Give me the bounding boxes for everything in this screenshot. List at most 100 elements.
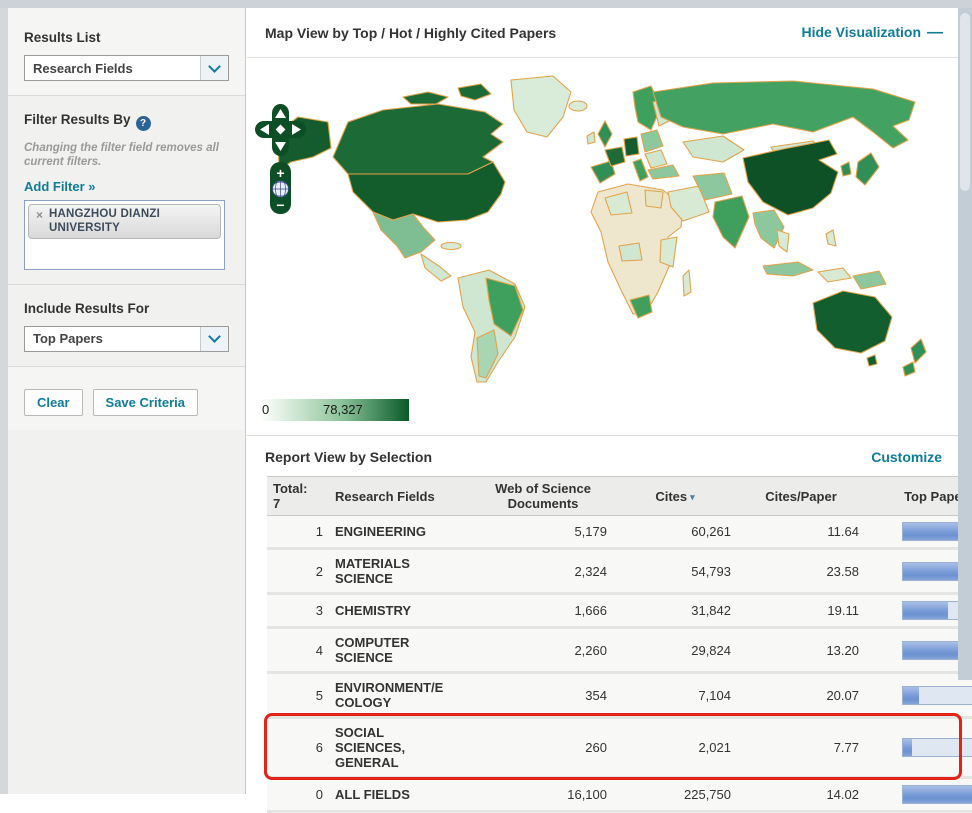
country-philippines[interactable] (826, 230, 836, 246)
scale-min-label: 0 (262, 402, 269, 417)
results-list-section: Results List Research Fields (8, 8, 245, 96)
wos-documents-value: 2,260 (473, 628, 613, 673)
map-title: Map View by Top / Hot / Highly Cited Pap… (265, 25, 556, 41)
page-top-strip (0, 0, 972, 8)
wos-documents-value: 354 (473, 673, 613, 718)
clear-button[interactable]: Clear (24, 389, 83, 416)
report-table-wrap: Total: 7 Research Fields Web of Science … (267, 476, 957, 813)
country-korea[interactable] (841, 162, 851, 176)
country-canada[interactable] (333, 104, 503, 180)
vertical-scrollbar[interactable] (958, 8, 972, 680)
row-rank: 6 (267, 718, 329, 778)
country-indonesia[interactable] (763, 262, 813, 276)
research-field-link[interactable]: ALL FIELDS (329, 778, 473, 812)
help-icon[interactable]: ? (136, 116, 151, 131)
results-list-dropdown[interactable]: Research Fields (24, 55, 229, 81)
country-papua[interactable] (853, 271, 886, 289)
top-papers-bar: 4 (902, 738, 972, 757)
highlighted-row: 6 SOCIAL SCIENCES, GENERAL 260 2,021 7.7… (267, 718, 972, 778)
country-greenland[interactable] (511, 76, 571, 137)
research-field-link[interactable]: CHEMISTRY (329, 594, 473, 628)
filter-results-section: Filter Results By? Changing the filter f… (8, 96, 245, 285)
cites-column-header[interactable]: Cites▾ (613, 477, 737, 516)
table-row: 0 ALL FIELDS 16,100 225,750 14.02 178 (267, 778, 972, 812)
cites-value: 2,021 (613, 718, 737, 778)
cites-value: 29,824 (613, 628, 737, 673)
cites-value: 225,750 (613, 778, 737, 812)
country-mexico[interactable] (373, 212, 435, 258)
country-kazakhstan[interactable] (683, 136, 744, 162)
country-madagascar[interactable] (683, 270, 691, 296)
wos-documents-value: 1,666 (473, 594, 613, 628)
include-results-dropdown-value: Top Papers (25, 327, 200, 351)
country-new-zealand[interactable] (911, 339, 926, 363)
scale-max-label: 78,327 (323, 402, 363, 417)
wos-documents-value: 2,324 (473, 549, 613, 594)
top-papers-bar-fill (903, 739, 912, 756)
zoom-out-icon[interactable]: − (276, 197, 284, 213)
research-field-link[interactable]: ENVIRONMENT/E COLOGY (329, 673, 473, 718)
top-papers-bar: 8 (902, 686, 972, 705)
research-fields-column-header: Research Fields (329, 477, 473, 516)
cites-value: 31,842 (613, 594, 737, 628)
save-criteria-button[interactable]: Save Criteria (93, 389, 199, 416)
table-row: 2 MATERIALS SCIENCE 2,324 54,793 23.58 3… (267, 549, 972, 594)
cites-per-paper-column-header: Cites/Paper (737, 477, 865, 516)
chevron-down-icon (200, 56, 228, 80)
hide-visualization-link[interactable]: Hide Visualization (801, 24, 921, 40)
table-row: 4 COMPUTER SCIENCE 2,260 29,824 13.20 28 (267, 628, 972, 673)
world-map[interactable]: + − (253, 62, 953, 396)
top-papers-bar-fill (903, 687, 919, 704)
results-list-title: Results List (24, 30, 229, 45)
research-field-link[interactable]: MATERIALS SCIENCE (329, 549, 473, 594)
scrollbar-thumb[interactable] (960, 13, 970, 191)
sort-descending-icon: ▾ (690, 492, 695, 502)
cites-per-paper-value: 23.58 (737, 549, 865, 594)
include-results-dropdown[interactable]: Top Papers (24, 326, 229, 352)
country-uk[interactable] (598, 121, 612, 147)
top-papers-bar: 178 (902, 785, 972, 804)
cites-per-paper-value: 14.02 (737, 778, 865, 812)
map-color-scale: 0 78,327 (259, 399, 409, 421)
filter-tag: × HANGZHOU DIANZI UNIVERSITY (28, 204, 221, 240)
research-field-link[interactable]: ENGINEERING (329, 516, 473, 549)
filter-note: Changing the filter field removes all cu… (24, 141, 229, 170)
country-india[interactable] (713, 196, 749, 248)
cites-per-paper-value: 13.20 (737, 628, 865, 673)
map-zoom-control[interactable]: + − (270, 162, 291, 214)
country-china[interactable] (743, 140, 838, 215)
filter-tag-label: HANGZHOU DIANZI UNIVERSITY (49, 208, 215, 236)
row-rank: 4 (267, 628, 329, 673)
row-rank: 2 (267, 549, 329, 594)
top-papers-bar-fill (903, 602, 948, 619)
table-row: 3 CHEMISTRY 1,666 31,842 19.11 21 (267, 594, 972, 628)
map-section-header: Map View by Top / Hot / Highly Cited Pap… (247, 8, 958, 58)
report-table: Total: 7 Research Fields Web of Science … (267, 476, 972, 813)
country-japan[interactable] (856, 153, 879, 185)
row-rank: 3 (267, 594, 329, 628)
cites-value: 7,104 (613, 673, 737, 718)
collapse-icon[interactable]: — (927, 24, 942, 41)
include-results-title: Include Results For (24, 301, 229, 316)
main-content: Map View by Top / Hot / Highly Cited Pap… (247, 8, 958, 794)
zoom-in-icon[interactable]: + (276, 165, 284, 181)
research-field-link[interactable]: SOCIAL SCIENCES, GENERAL (329, 718, 473, 778)
customize-link[interactable]: Customize (871, 449, 942, 465)
add-filter-link[interactable]: Add Filter » (24, 179, 96, 194)
top-papers-column-header: Top Papers (865, 477, 972, 516)
table-row: 1 ENGINEERING 5,179 60,261 11.64 49 (267, 516, 972, 549)
country-germany[interactable] (624, 137, 639, 156)
research-field-link[interactable]: COMPUTER SCIENCE (329, 628, 473, 673)
top-papers-bar-fill (903, 786, 972, 803)
filter-results-title: Filter Results By? (24, 112, 229, 131)
row-rank: 1 (267, 516, 329, 549)
remove-filter-icon[interactable]: × (36, 209, 43, 221)
country-australia[interactable] (813, 291, 892, 353)
include-results-section: Include Results For Top Papers (8, 285, 245, 367)
report-section-header: Report View by Selection Customize (247, 435, 958, 476)
row-rank: 5 (267, 673, 329, 718)
country-russia[interactable] (653, 81, 915, 148)
cites-per-paper-value: 20.07 (737, 673, 865, 718)
cites-per-paper-value: 11.64 (737, 516, 865, 549)
country-italy[interactable] (633, 159, 648, 181)
